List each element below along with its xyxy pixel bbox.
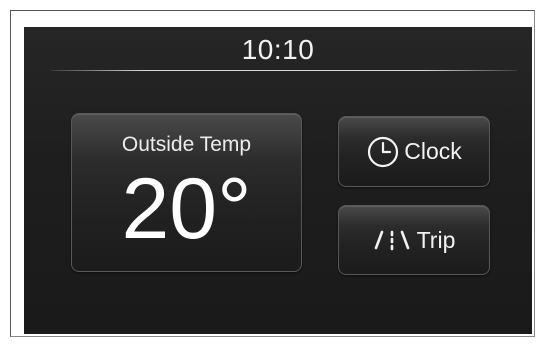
trip-button-content: Trip — [339, 206, 489, 274]
road-icon — [373, 229, 411, 251]
clock-button-content: Clock — [339, 117, 489, 186]
outside-temp-button[interactable]: Outside Temp 20° — [71, 113, 302, 272]
clock-icon — [366, 135, 400, 169]
display-screen: 10:10 Outside Temp 20° Clock Trip — [24, 27, 532, 334]
outside-temp-value: 20° — [121, 161, 252, 257]
trip-button-label: Trip — [416, 226, 456, 253]
clock-button[interactable]: Clock — [338, 116, 490, 187]
outside-temp-label: Outside Temp — [121, 133, 252, 156]
trip-button[interactable]: Trip — [338, 205, 490, 275]
time-display: 10:10 — [241, 34, 315, 65]
header-divider — [51, 70, 517, 71]
clock-button-label: Clock — [404, 138, 462, 164]
